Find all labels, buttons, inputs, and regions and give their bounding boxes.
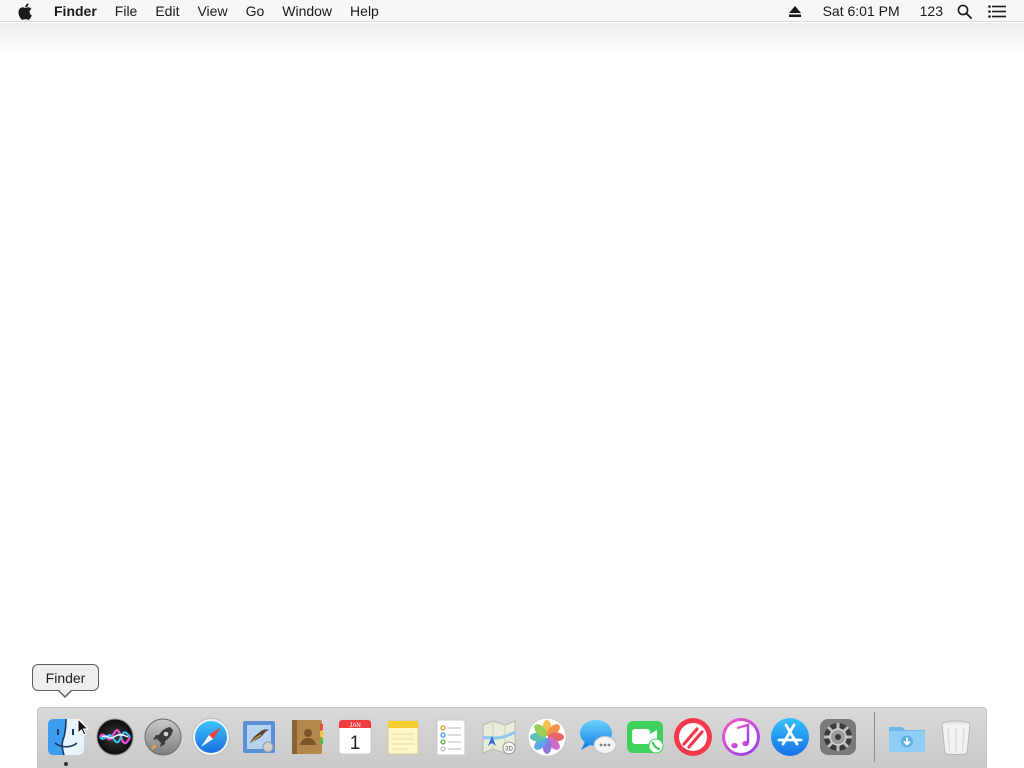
clock[interactable]: Sat 6:01 PM [823, 3, 900, 19]
menu-app-finder[interactable]: Finder [54, 0, 97, 22]
itunes-icon[interactable] [720, 716, 762, 758]
siri-icon[interactable] [94, 716, 136, 758]
menu-edit[interactable]: Edit [155, 0, 179, 22]
menu-go[interactable]: Go [246, 0, 265, 22]
dock-tooltip: Finder [32, 664, 99, 691]
safari-icon[interactable] [190, 716, 232, 758]
trash-icon[interactable] [935, 716, 977, 758]
dock-separator [874, 712, 875, 762]
mail-icon[interactable] [238, 716, 280, 758]
notification-center-icon[interactable] [988, 4, 1006, 18]
menu-bar-left: Finder File Edit View Go Window Help [18, 0, 397, 22]
spotlight-search-icon[interactable] [957, 4, 972, 19]
facetime-icon[interactable] [624, 716, 666, 758]
calendar-day: 1 [350, 733, 361, 754]
mouse-cursor-icon [77, 717, 90, 736]
calendar-month: JAN [349, 723, 360, 729]
system-preferences-icon[interactable] [817, 716, 859, 758]
contacts-icon[interactable] [286, 716, 328, 758]
menu-view[interactable]: View [197, 0, 227, 22]
desktop-shadow [0, 23, 1024, 53]
svg-text:3D: 3D [505, 747, 513, 753]
messages-icon[interactable] [577, 716, 619, 758]
photos-icon[interactable] [526, 716, 568, 758]
menu-window[interactable]: Window [282, 0, 332, 22]
news-icon[interactable] [672, 716, 714, 758]
calendar-icon[interactable]: JAN 1 [334, 716, 376, 758]
input-source-indicator[interactable]: 123 [920, 3, 943, 19]
menu-bar-right: Sat 6:01 PM 123 [788, 0, 1006, 22]
eject-icon[interactable] [788, 5, 801, 17]
finder-running-indicator [64, 762, 68, 766]
dock-tooltip-arrow [57, 689, 73, 698]
notes-icon[interactable] [382, 716, 424, 758]
app-store-icon[interactable] [769, 716, 811, 758]
reminders-icon[interactable] [430, 716, 472, 758]
menu-help[interactable]: Help [350, 0, 379, 22]
apple-menu-icon[interactable] [18, 2, 34, 20]
maps-icon[interactable]: 3D [478, 716, 520, 758]
launchpad-icon[interactable] [142, 716, 184, 758]
downloads-folder-icon[interactable] [886, 716, 928, 758]
menu-bar: Finder File Edit View Go Window Help Sat… [0, 0, 1024, 22]
menu-file[interactable]: File [115, 0, 138, 22]
